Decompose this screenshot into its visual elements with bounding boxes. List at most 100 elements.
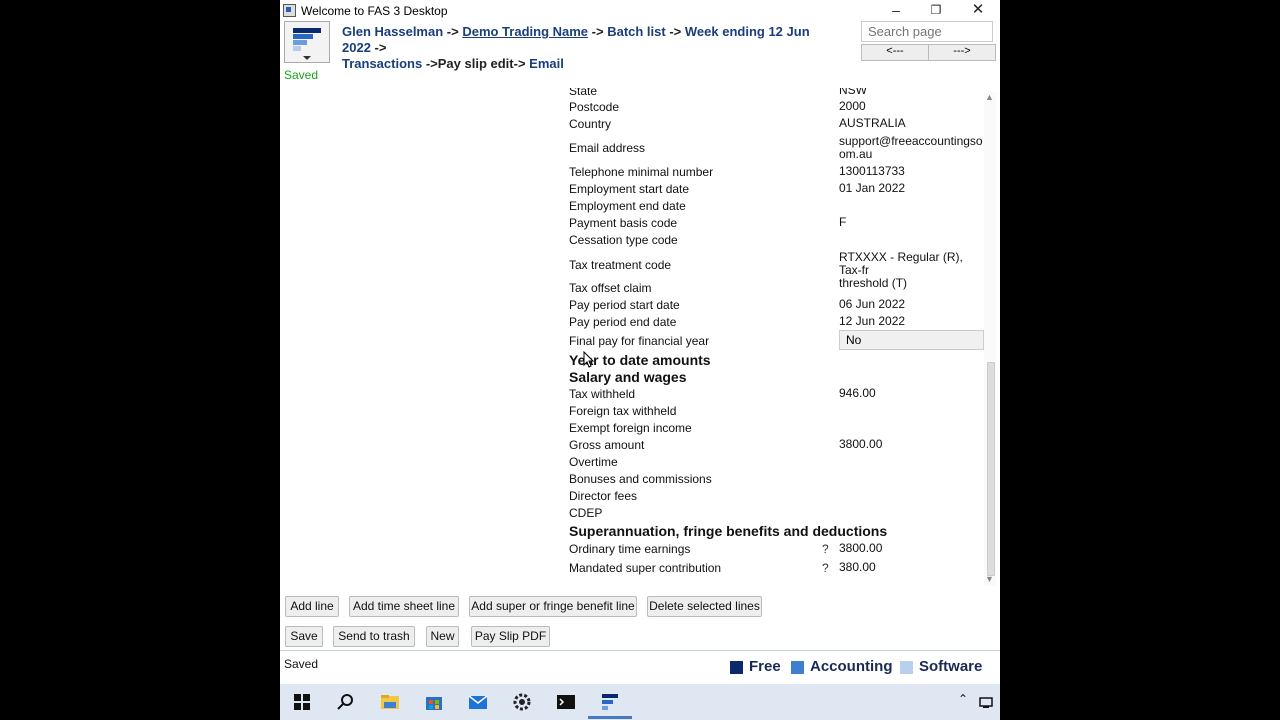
delete-selected-lines-button[interactable]: Delete selected lines <box>647 596 762 617</box>
add-super-line-button[interactable]: Add super or fringe benefit line <box>469 596 637 617</box>
breadcrumb-transactions[interactable]: Transactions <box>342 56 422 71</box>
field-label: Ordinary time earnings <box>569 542 691 556</box>
breadcrumb-batch-list[interactable]: Batch list <box>607 24 666 39</box>
field-label: Foreign tax withheld <box>569 404 677 418</box>
field-value[interactable]: 01 Jan 2022 <box>839 182 983 195</box>
saved-status-bottom: Saved <box>284 657 319 671</box>
field-label: Employment end date <box>569 199 686 213</box>
brand-accounting: Accounting <box>810 658 893 675</box>
minimize-button[interactable]: – <box>876 0 916 20</box>
active-app-indicator <box>588 716 632 719</box>
title-bar: Welcome to FAS 3 Desktop – ❐ ✕ <box>280 0 1000 20</box>
chevron-down-icon <box>303 56 311 60</box>
logo-bar-icon <box>293 40 307 45</box>
search-icon[interactable] <box>336 692 356 712</box>
settings-icon[interactable] <box>512 692 532 712</box>
footer-divider <box>280 650 1000 651</box>
window-title: Welcome to FAS 3 Desktop <box>301 4 448 18</box>
field-label: Overtime <box>569 455 618 469</box>
forward-button[interactable]: ---> <box>928 44 996 61</box>
field-value[interactable]: 946.00 <box>839 387 983 400</box>
new-button[interactable]: New <box>426 626 459 647</box>
taskbar: ⌃ <box>280 684 1000 720</box>
breadcrumb-company[interactable]: Demo Trading Name <box>462 24 588 39</box>
send-to-trash-button[interactable]: Send to trash <box>333 626 415 647</box>
back-button[interactable]: <--- <box>861 44 929 61</box>
field-value[interactable]: 2000 <box>839 100 983 113</box>
logo-bar-icon <box>293 46 301 51</box>
add-timesheet-line-button[interactable]: Add time sheet line <box>349 596 459 617</box>
field-label: State <box>569 88 598 98</box>
field-label: Final pay for financial year <box>569 334 710 348</box>
field-value[interactable]: F <box>839 216 983 229</box>
mouse-cursor-icon <box>583 351 595 368</box>
field-label: Gross amount <box>569 438 645 452</box>
field-label: Tax treatment code <box>569 258 672 272</box>
field-label: Director fees <box>569 489 638 503</box>
chevron-up-icon[interactable]: ⌃ <box>958 692 968 706</box>
help-icon[interactable]: ? <box>822 542 829 556</box>
brand-software: Software <box>919 658 983 675</box>
field-label: Pay period end date <box>569 315 677 329</box>
breadcrumb-email[interactable]: Email <box>529 56 564 71</box>
store-icon[interactable] <box>424 692 444 712</box>
field-label: Bonuses and commissions <box>569 472 712 486</box>
breadcrumb: Glen Hasselman -> Demo Trading Name -> B… <box>342 24 842 72</box>
field-label: Telephone minimal number <box>569 165 714 179</box>
payslip-pdf-button[interactable]: Pay Slip PDF <box>471 626 550 647</box>
field-value[interactable]: 3800.00 <box>839 542 983 555</box>
save-button[interactable]: Save <box>285 626 323 647</box>
brand-square-icon <box>730 661 743 674</box>
super-heading: Superannuation, fringe benefits and dedu… <box>569 523 888 539</box>
logo-bar-icon <box>293 34 313 39</box>
saved-status: Saved <box>284 68 319 82</box>
field-label: Email address <box>569 141 646 155</box>
breadcrumb-separator: -> <box>425 56 438 71</box>
scroll-up-icon[interactable]: ▲ <box>985 92 994 102</box>
breadcrumb-separator: -> <box>374 40 387 55</box>
field-label: Pay period start date <box>569 298 680 312</box>
fas-app-icon[interactable] <box>600 692 620 712</box>
help-icon[interactable]: ? <box>822 561 829 575</box>
brand-square-icon <box>900 661 913 674</box>
windows-start-icon[interactable] <box>292 692 312 712</box>
breadcrumb-separator: -> <box>513 56 526 71</box>
field-value[interactable]: 3800.00 <box>839 438 983 451</box>
close-button[interactable]: ✕ <box>958 0 998 20</box>
mail-icon[interactable] <box>468 692 488 712</box>
terminal-icon[interactable] <box>556 692 576 712</box>
field-label: Postcode <box>569 100 620 114</box>
field-label: Tax offset claim <box>569 281 652 295</box>
field-label: Payment basis code <box>569 216 678 230</box>
field-label: Tax withheld <box>569 387 636 401</box>
scroll-thumb[interactable] <box>987 362 995 576</box>
scroll-down-icon[interactable]: ▼ <box>985 574 994 584</box>
salary-heading: Salary and wages <box>569 369 687 385</box>
payslip-form: State NSW Postcode 2000 Country AUSTRALI… <box>280 88 988 586</box>
file-explorer-icon[interactable] <box>380 692 400 712</box>
breadcrumb-separator: -> <box>446 24 459 39</box>
network-icon[interactable] <box>978 695 994 709</box>
breadcrumb-payslip: Pay slip edit <box>437 56 514 71</box>
vertical-scrollbar[interactable]: ▲ ▼ <box>984 92 996 586</box>
search-input[interactable] <box>861 21 993 42</box>
breadcrumb-user[interactable]: Glen Hasselman <box>342 24 443 39</box>
field-value[interactable]: 380.00 <box>839 561 983 574</box>
email-value[interactable]: support@freeaccountingsoftw om.au <box>839 135 983 161</box>
breadcrumb-separator: -> <box>669 24 682 39</box>
field-label: Cessation type code <box>569 233 678 247</box>
field-value: NSW <box>839 88 867 97</box>
final-pay-select[interactable]: No <box>839 330 984 350</box>
restore-button[interactable]: ❐ <box>916 0 956 20</box>
field-value[interactable]: AUSTRALIA <box>839 117 983 130</box>
brand-free: Free <box>749 658 781 675</box>
field-value[interactable]: 06 Jun 2022 <box>839 298 983 311</box>
field-label: Employment start date <box>569 182 690 196</box>
tax-treatment-value[interactable]: RTXXXX - Regular (R), Tax-fr threshold (… <box>839 251 983 290</box>
logo-bar-icon <box>293 28 321 33</box>
field-value[interactable]: 1300113733 <box>839 165 983 178</box>
app-logo[interactable] <box>284 21 330 63</box>
field-label: CDEP <box>569 506 603 520</box>
add-line-button[interactable]: Add line <box>285 596 339 617</box>
field-value[interactable]: 12 Jun 2022 <box>839 315 983 328</box>
